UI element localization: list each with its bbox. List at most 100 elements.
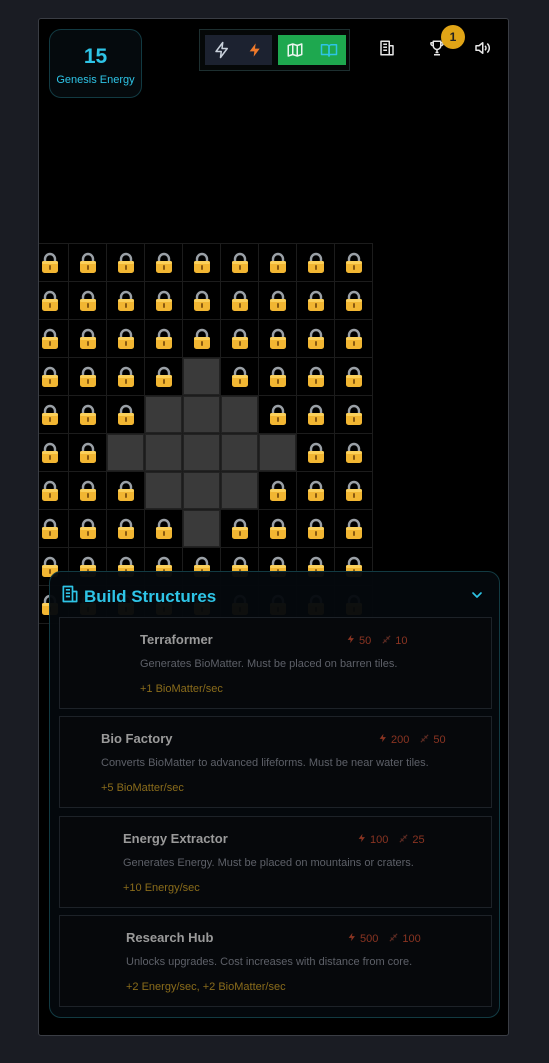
volume-icon[interactable] [471,37,493,59]
energy-cost: 200 [391,733,410,746]
unlocked-tile[interactable] [221,434,258,471]
locked-tile[interactable] [335,282,372,319]
lock-icon [155,290,173,312]
locked-tile[interactable] [39,320,68,357]
zap-outline-icon[interactable] [211,39,233,61]
locked-tile[interactable] [107,358,144,395]
lock-icon [117,404,135,426]
locked-tile[interactable] [107,396,144,433]
locked-tile[interactable] [297,358,334,395]
locked-tile[interactable] [69,358,106,395]
structure-costs: 500 100 [347,931,421,946]
structure-card-bio-factory[interactable]: Bio Factory 200 50 Converts BioMatter to… [59,716,492,808]
unlocked-tile[interactable] [145,396,182,433]
locked-tile[interactable] [297,282,334,319]
structure-card-terraformer[interactable]: Terraformer 50 10 Generates BioMatter. M… [59,617,492,709]
locked-tile[interactable] [107,472,144,509]
locked-tile[interactable] [335,320,372,357]
locked-tile[interactable] [335,434,372,471]
unlocked-tile[interactable] [107,434,144,471]
locked-tile[interactable] [259,358,296,395]
locked-tile[interactable] [69,396,106,433]
unlocked-tile[interactable] [221,396,258,433]
locked-tile[interactable] [297,472,334,509]
building-icon[interactable] [376,37,398,59]
locked-tile[interactable] [145,510,182,547]
lock-icon [269,480,287,502]
locked-tile[interactable] [39,434,68,471]
unlocked-tile[interactable] [183,472,220,509]
locked-tile[interactable] [335,358,372,395]
lock-icon [345,328,363,350]
locked-tile[interactable] [69,282,106,319]
lock-icon [345,366,363,388]
structure-card-research-hub[interactable]: Research Hub 500 100 Unlocks upgrades. C… [59,915,492,1007]
locked-tile[interactable] [183,244,220,281]
energy-cost-icon [347,931,357,946]
unlocked-tile[interactable] [183,434,220,471]
structure-yield: +1 BioMatter/sec [140,683,223,695]
locked-tile[interactable] [183,282,220,319]
locked-tile[interactable] [221,358,258,395]
locked-tile[interactable] [69,510,106,547]
unlocked-tile[interactable] [183,510,220,547]
lock-icon [117,366,135,388]
locked-tile[interactable] [259,320,296,357]
locked-tile[interactable] [145,244,182,281]
locked-tile[interactable] [335,244,372,281]
locked-tile[interactable] [107,320,144,357]
locked-tile[interactable] [221,244,258,281]
locked-tile[interactable] [297,510,334,547]
lock-icon [41,442,59,464]
lock-icon [193,290,211,312]
locked-tile[interactable] [259,396,296,433]
locked-tile[interactable] [69,244,106,281]
locked-tile[interactable] [297,244,334,281]
locked-tile[interactable] [145,320,182,357]
structure-card-energy-extractor[interactable]: Energy Extractor 100 25 Generates Energy… [59,816,492,908]
locked-tile[interactable] [221,320,258,357]
lock-icon [307,290,325,312]
locked-tile[interactable] [297,396,334,433]
locked-tile[interactable] [297,434,334,471]
unlocked-tile[interactable] [145,434,182,471]
locked-tile[interactable] [221,282,258,319]
map-icon[interactable] [284,39,306,61]
locked-tile[interactable] [259,282,296,319]
energy-cost: 100 [370,833,389,846]
locked-tile[interactable] [297,320,334,357]
unlocked-tile[interactable] [221,472,258,509]
locked-tile[interactable] [145,282,182,319]
unlocked-tile[interactable] [145,472,182,509]
locked-tile[interactable] [221,510,258,547]
locked-tile[interactable] [335,472,372,509]
locked-tile[interactable] [39,358,68,395]
zap-filled-icon[interactable] [244,39,266,61]
locked-tile[interactable] [259,510,296,547]
biomatter-cost: 25 [412,833,425,846]
locked-tile[interactable] [39,510,68,547]
book-open-icon[interactable] [318,39,340,61]
locked-tile[interactable] [107,510,144,547]
locked-tile[interactable] [335,510,372,547]
locked-tile[interactable] [183,320,220,357]
locked-tile[interactable] [107,244,144,281]
chevron-down-icon[interactable] [469,587,485,603]
locked-tile[interactable] [107,282,144,319]
locked-tile[interactable] [69,472,106,509]
locked-tile[interactable] [69,434,106,471]
locked-tile[interactable] [39,244,68,281]
locked-tile[interactable] [39,396,68,433]
biomatter-cost: 100 [402,932,421,945]
locked-tile[interactable] [259,472,296,509]
locked-tile[interactable] [145,358,182,395]
locked-tile[interactable] [69,320,106,357]
locked-tile[interactable] [39,472,68,509]
locked-tile[interactable] [335,396,372,433]
locked-tile[interactable] [259,244,296,281]
unlocked-tile[interactable] [259,434,296,471]
unlocked-tile[interactable] [183,396,220,433]
lock-icon [79,328,97,350]
unlocked-tile[interactable] [183,358,220,395]
locked-tile[interactable] [39,282,68,319]
